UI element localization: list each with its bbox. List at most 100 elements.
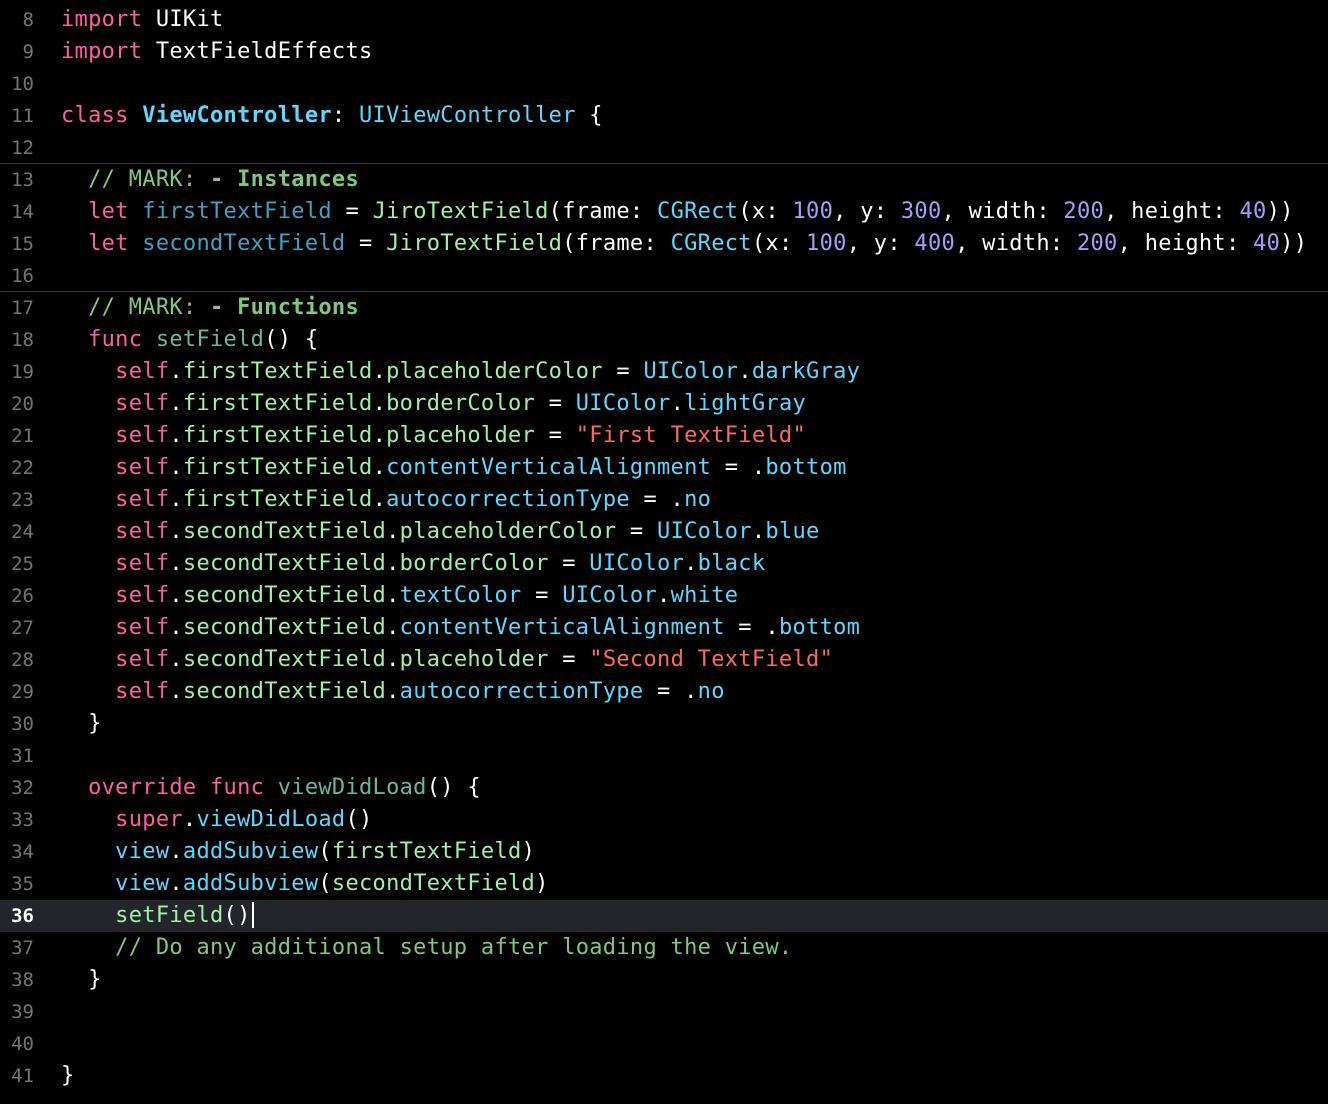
code-token: () bbox=[345, 807, 373, 832]
code-token: 400 bbox=[914, 231, 956, 256]
code-text[interactable]: let firstTextField = JiroTextField(frame… bbox=[61, 196, 1294, 228]
code-line[interactable]: 17 // MARK: - Functions bbox=[0, 291, 1328, 324]
code-token: = bbox=[345, 231, 387, 256]
code-text[interactable]: import UIKit bbox=[61, 4, 224, 36]
code-token: self bbox=[61, 423, 170, 448]
code-token: (x: bbox=[738, 199, 793, 224]
code-text[interactable]: self.firstTextField.borderColor = UIColo… bbox=[61, 388, 806, 420]
code-text[interactable]: self.firstTextField.contentVerticalAlign… bbox=[61, 452, 847, 484]
code-text[interactable]: override func viewDidLoad() { bbox=[61, 772, 481, 804]
code-text[interactable]: self.secondTextField.borderColor = UICol… bbox=[61, 548, 765, 580]
code-line[interactable]: 9 import TextFieldEffects bbox=[0, 36, 1328, 68]
code-token: UIColor bbox=[562, 583, 658, 608]
code-line[interactable]: 29 self.secondTextField.autocorrectionTy… bbox=[0, 676, 1328, 708]
code-token: setField bbox=[155, 327, 265, 352]
code-token: placeholder bbox=[399, 647, 549, 672]
code-token: contentVerticalAlignment bbox=[399, 615, 725, 640]
code-text[interactable]: view.addSubview(firstTextField) bbox=[61, 836, 535, 868]
code-text[interactable]: self.secondTextField.autocorrectionType … bbox=[61, 676, 725, 708]
code-line[interactable]: 14 let firstTextField = JiroTextField(fr… bbox=[0, 196, 1328, 228]
code-line[interactable]: 37 // Do any additional setup after load… bbox=[0, 932, 1328, 964]
code-token: self bbox=[61, 519, 170, 544]
code-text[interactable]: func setField() { bbox=[61, 324, 318, 356]
code-text[interactable]: setField() bbox=[61, 900, 254, 932]
code-text[interactable]: // MARK: - Instances bbox=[61, 164, 359, 196]
code-token: () { bbox=[426, 775, 481, 800]
text-cursor bbox=[251, 902, 254, 928]
code-token: secondTextField bbox=[182, 583, 387, 608]
code-token: secondTextField bbox=[182, 615, 387, 640]
code-text[interactable]: } bbox=[61, 708, 102, 740]
code-text[interactable]: let secondTextField = JiroTextField(fram… bbox=[61, 228, 1307, 260]
code-text[interactable]: self.secondTextField.contentVerticalAlig… bbox=[61, 612, 860, 644]
code-text[interactable]: super.viewDidLoad() bbox=[61, 804, 373, 836]
code-line[interactable]: 30 } bbox=[0, 708, 1328, 740]
code-token: = bbox=[535, 423, 576, 448]
code-line[interactable]: 22 self.firstTextField.contentVerticalAl… bbox=[0, 452, 1328, 484]
code-line[interactable]: 38 } bbox=[0, 964, 1328, 996]
code-line[interactable]: 26 self.secondTextField.textColor = UICo… bbox=[0, 580, 1328, 612]
code-text[interactable]: view.addSubview(secondTextField) bbox=[61, 868, 549, 900]
code-line[interactable]: 34 view.addSubview(firstTextField) bbox=[0, 836, 1328, 868]
code-token: UIKit bbox=[142, 7, 224, 32]
code-token: darkGray bbox=[751, 359, 861, 384]
code-editor[interactable]: 8 import UIKit 9 import TextFieldEffects 10 1… bbox=[0, 4, 1328, 1092]
line-number: 32 bbox=[11, 777, 34, 799]
code-token: (frame: bbox=[548, 199, 658, 224]
code-line[interactable]: 28 self.secondTextField.placeholder = "S… bbox=[0, 644, 1328, 676]
code-text[interactable]: import TextFieldEffects bbox=[61, 36, 373, 68]
line-number: 20 bbox=[11, 393, 34, 415]
code-line[interactable]: 32 override func viewDidLoad() { bbox=[0, 772, 1328, 804]
code-text[interactable]: self.firstTextField.placeholder = "First… bbox=[61, 420, 806, 452]
code-line[interactable]: 40 bbox=[0, 1028, 1328, 1060]
code-text[interactable]: self.firstTextField.placeholderColor = U… bbox=[61, 356, 860, 388]
code-line[interactable]: 18 func setField() { bbox=[0, 324, 1328, 356]
code-line[interactable]: 20 self.firstTextField.borderColor = UIC… bbox=[0, 388, 1328, 420]
code-line[interactable]: 19 self.firstTextField.placeholderColor … bbox=[0, 356, 1328, 388]
code-text[interactable]: } bbox=[61, 964, 102, 996]
code-token: viewDidLoad bbox=[196, 807, 346, 832]
code-token: addSubview bbox=[182, 871, 319, 896]
code-line[interactable]: 23 self.firstTextField.autocorrectionTyp… bbox=[0, 484, 1328, 516]
code-text[interactable]: self.secondTextField.textColor = UIColor… bbox=[61, 580, 738, 612]
code-token: setField bbox=[61, 903, 224, 928]
code-line[interactable]: 13 // MARK: - Instances bbox=[0, 163, 1328, 196]
code-line[interactable]: 24 self.secondTextField.placeholderColor… bbox=[0, 516, 1328, 548]
code-token: TextFieldEffects bbox=[142, 39, 373, 64]
code-line[interactable]: 15 let secondTextField = JiroTextField(f… bbox=[0, 228, 1328, 260]
code-token: , width: bbox=[941, 199, 1064, 224]
code-line[interactable]: 31 bbox=[0, 740, 1328, 772]
code-line[interactable]: 27 self.secondTextField.contentVerticalA… bbox=[0, 612, 1328, 644]
code-line[interactable]: 35 view.addSubview(secondTextField) bbox=[0, 868, 1328, 900]
code-line[interactable]: 33 super.viewDidLoad() bbox=[0, 804, 1328, 836]
code-text[interactable]: // Do any additional setup after loading… bbox=[61, 932, 792, 964]
code-line[interactable]: 12 bbox=[0, 132, 1328, 164]
code-text[interactable]: } bbox=[61, 1060, 75, 1092]
line-number: 12 bbox=[11, 137, 34, 159]
code-token: . bbox=[169, 615, 183, 640]
code-line[interactable]: 16 bbox=[0, 260, 1328, 292]
code-line[interactable]: 39 bbox=[0, 996, 1328, 1028]
code-text[interactable]: self.secondTextField.placeholderColor = … bbox=[61, 516, 820, 548]
code-line[interactable]: 10 bbox=[0, 68, 1328, 100]
code-line[interactable]: 41} bbox=[0, 1060, 1328, 1092]
code-text[interactable]: class ViewController: UIViewController { bbox=[61, 100, 603, 132]
code-token: override func bbox=[61, 775, 278, 800]
code-token: black bbox=[697, 551, 766, 576]
code-token: , height: bbox=[1117, 231, 1254, 256]
code-token: ) bbox=[521, 839, 536, 864]
code-line[interactable]: 11 class ViewController: UIViewController… bbox=[0, 100, 1328, 132]
code-token: UIColor bbox=[643, 359, 739, 384]
code-text[interactable]: self.firstTextField.autocorrectionType =… bbox=[61, 484, 711, 516]
code-text[interactable]: // MARK: - Functions bbox=[61, 292, 359, 324]
line-number: 31 bbox=[11, 745, 34, 767]
code-token: self bbox=[61, 551, 170, 576]
line-number: 14 bbox=[11, 201, 34, 223]
code-line[interactable]: 25 self.secondTextField.borderColor = UI… bbox=[0, 548, 1328, 580]
code-line[interactable]: 21 self.firstTextField.placeholder = "Fi… bbox=[0, 420, 1328, 452]
code-text[interactable]: self.secondTextField.placeholder = "Seco… bbox=[61, 644, 833, 676]
code-line[interactable]: 8 import UIKit bbox=[0, 4, 1328, 36]
code-token: 300 bbox=[900, 199, 942, 224]
code-token: "First TextField" bbox=[575, 423, 807, 448]
code-line[interactable]: 36 setField() bbox=[0, 900, 1328, 932]
